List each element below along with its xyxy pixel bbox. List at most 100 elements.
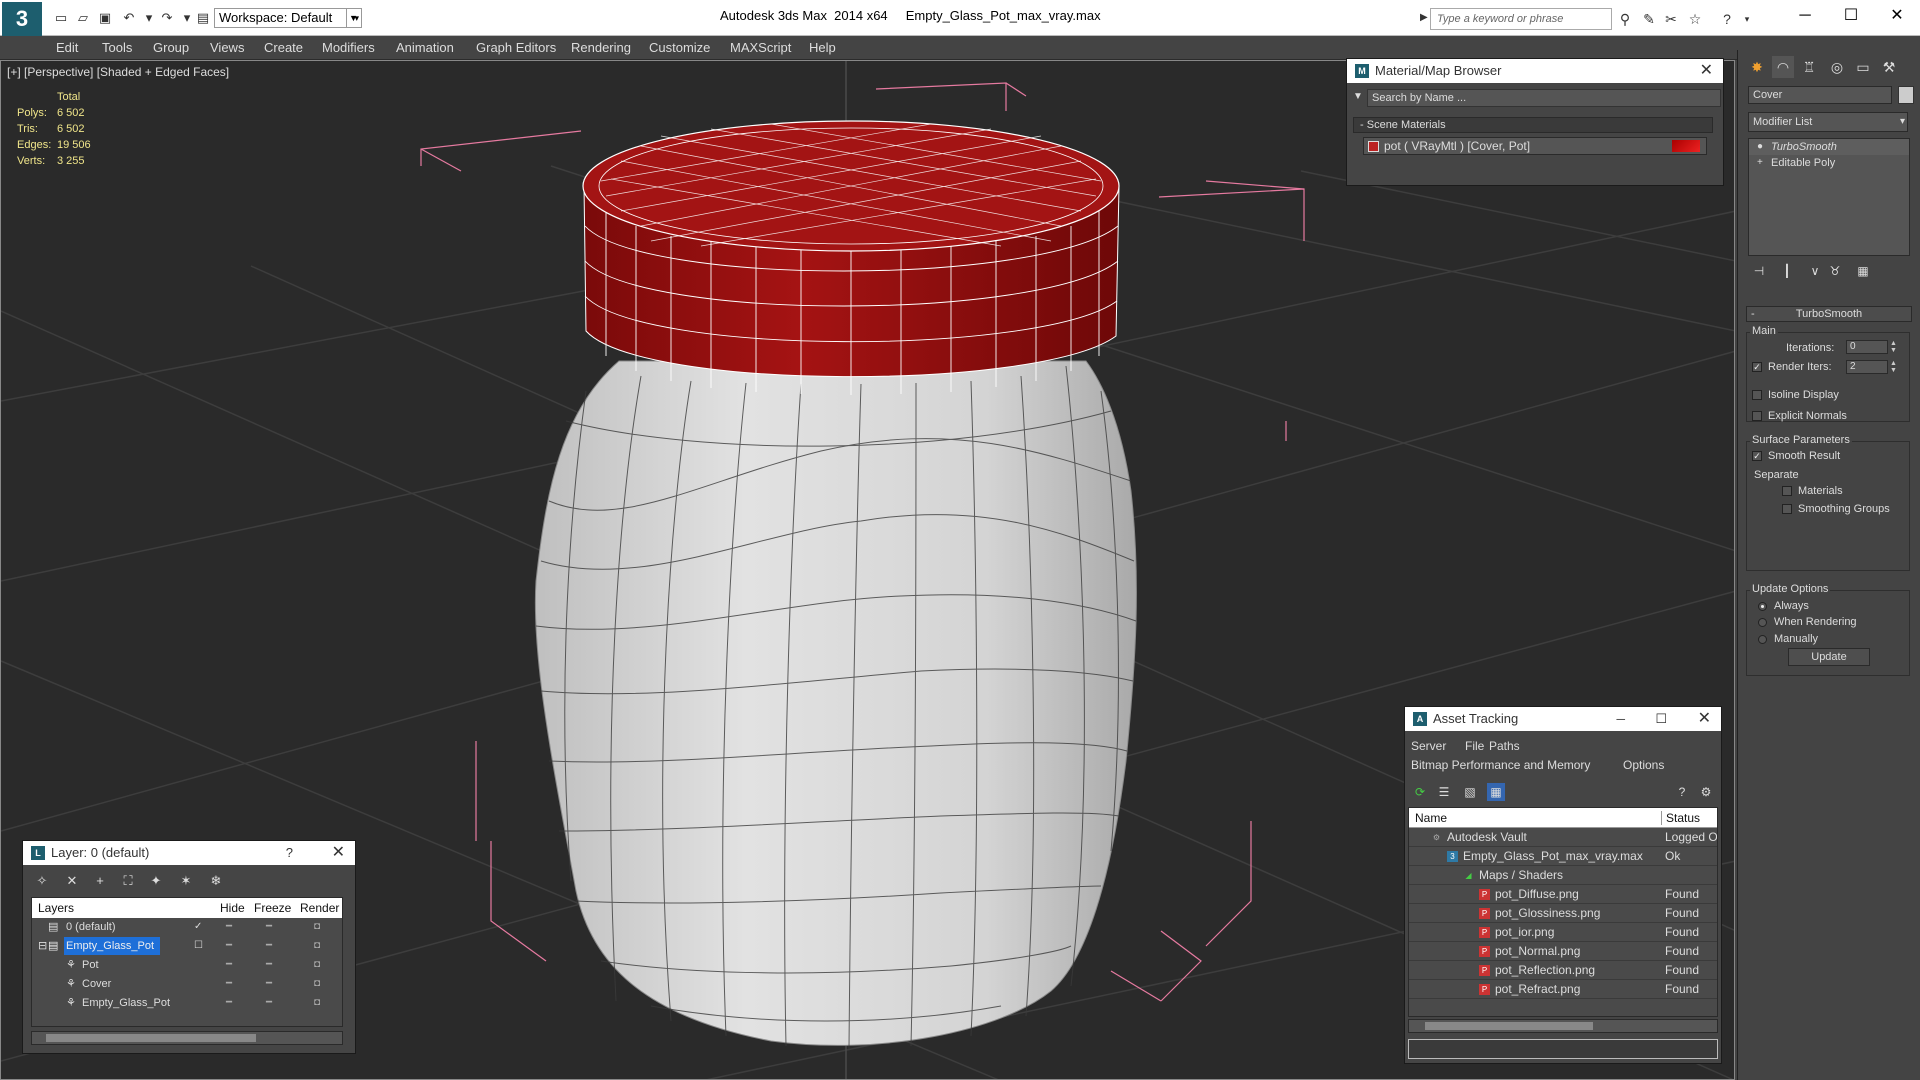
create-tab-icon[interactable]: ✸: [1746, 56, 1768, 78]
asset-tracking-title-bar[interactable]: A Asset Tracking ─ ☐ ✕: [1405, 707, 1721, 731]
help-icon[interactable]: ?: [1673, 783, 1691, 801]
minimize-icon[interactable]: ─: [1616, 707, 1625, 731]
scrollbar-thumb[interactable]: [1425, 1022, 1593, 1030]
render-teapot-icon[interactable]: ◘: [314, 956, 320, 974]
render-iters-spinner[interactable]: 2: [1846, 360, 1888, 374]
modify-tab-icon[interactable]: ◠: [1772, 56, 1794, 78]
pin-stack-icon[interactable]: ⊣: [1750, 262, 1768, 280]
make-unique-icon[interactable]: ∨: [1806, 262, 1824, 280]
smoothing-groups-checkbox[interactable]: [1782, 504, 1792, 514]
menu-animation[interactable]: Animation: [396, 40, 454, 55]
asset-row[interactable]: Ppot_Normal.png Found: [1409, 942, 1717, 961]
isoline-display-checkbox[interactable]: [1752, 390, 1762, 400]
table-view-icon[interactable]: ▦: [1487, 783, 1505, 801]
redo-icon[interactable]: ↷: [158, 9, 176, 27]
menu-maxscript[interactable]: MAXScript: [730, 40, 791, 55]
layers-table[interactable]: Layers Hide Freeze Render ▤ 0 (default) ✓ ━…: [31, 897, 343, 1027]
help-dropdown-icon[interactable]: ▾: [1736, 9, 1758, 29]
delete-layer-icon[interactable]: ✕: [61, 871, 83, 891]
refresh-icon[interactable]: ⟳: [1411, 783, 1429, 801]
material-browser-title-bar[interactable]: M Material/Map Browser ✕: [1347, 59, 1723, 83]
menu-graph-editors[interactable]: Graph Editors: [476, 40, 556, 55]
object-color-swatch[interactable]: [1898, 86, 1914, 104]
object-row-empty-glass-pot[interactable]: ⚘ Empty_Glass_Pot ━ ━ ◘: [32, 994, 342, 1013]
menu-rendering[interactable]: Rendering: [571, 40, 631, 55]
close-icon[interactable]: ✕: [332, 841, 345, 865]
open-file-icon[interactable]: ▱: [74, 9, 92, 27]
menu-views[interactable]: Views: [210, 40, 244, 55]
asset-row[interactable]: 3 Empty_Glass_Pot_max_vray.max Ok: [1409, 847, 1717, 866]
menu-customize[interactable]: Customize: [649, 40, 710, 55]
asset-horizontal-scrollbar[interactable]: [1408, 1019, 1718, 1033]
hide-toggle[interactable]: ━: [226, 975, 232, 993]
object-name-field[interactable]: Cover: [1748, 86, 1892, 104]
set-current-box-icon[interactable]: ☐: [194, 937, 203, 955]
asset-path-field[interactable]: [1408, 1039, 1718, 1059]
explicit-normals-checkbox[interactable]: [1752, 411, 1762, 421]
asset-row[interactable]: ⚙Autodesk VaultLogged Out: [1409, 828, 1717, 847]
freeze-all-icon[interactable]: ❄: [205, 871, 227, 891]
at-menu-file[interactable]: File: [1465, 739, 1484, 753]
new-file-icon[interactable]: ▭: [52, 9, 70, 27]
maximize-icon[interactable]: ☐: [1655, 707, 1667, 731]
asset-row[interactable]: Ppot_Reflection.png Found: [1409, 961, 1717, 980]
asset-row[interactable]: Ppot_Diffuse.png Found: [1409, 885, 1717, 904]
workspace-dropdown[interactable]: Workspace: Default ▾: [214, 8, 362, 28]
modifier-stack[interactable]: ● TurboSmooth + Editable Poly: [1748, 138, 1910, 256]
help-icon[interactable]: ?: [286, 841, 293, 865]
stack-item-editable-poly[interactable]: + Editable Poly: [1749, 155, 1909, 171]
render-teapot-icon[interactable]: ◘: [314, 937, 320, 955]
hide-toggle[interactable]: ━: [226, 918, 232, 936]
asset-row[interactable]: ◢ Maps / Shaders: [1409, 866, 1717, 885]
lightbulb-icon[interactable]: ●: [1757, 139, 1763, 155]
menu-edit[interactable]: Edit: [56, 40, 78, 55]
freeze-toggle[interactable]: ━: [266, 956, 272, 974]
undo-icon[interactable]: ↶: [120, 9, 138, 27]
close-icon[interactable]: ✕: [1698, 707, 1711, 731]
smooth-result-checkbox[interactable]: ✓: [1752, 451, 1762, 461]
expand-plus-icon[interactable]: +: [1757, 155, 1763, 171]
save-file-icon[interactable]: ▣: [96, 9, 114, 27]
at-menu-paths[interactable]: Paths: [1489, 739, 1520, 753]
spinner-arrows-icon[interactable]: ▲ ▼: [1890, 360, 1898, 374]
display-tab-icon[interactable]: ▭: [1852, 56, 1874, 78]
freeze-toggle[interactable]: ━: [266, 937, 272, 955]
hierarchy-tab-icon[interactable]: ♖: [1798, 56, 1820, 78]
freeze-toggle[interactable]: ━: [266, 975, 272, 993]
asset-table[interactable]: Name Status ⚙Autodesk VaultLogged Out 3E…: [1408, 807, 1718, 1017]
render-teapot-icon[interactable]: ◘: [314, 975, 320, 993]
app-logo-button[interactable]: 3: [2, 2, 42, 36]
material-item-pot[interactable]: pot ( VRayMtl ) [Cover, Pot]: [1363, 137, 1707, 155]
viewport-label[interactable]: [+] [Perspective] [Shaded + Edged Faces]: [7, 65, 229, 79]
render-teapot-icon[interactable]: ◘: [314, 918, 320, 936]
stack-item-turbosmooth[interactable]: ● TurboSmooth: [1749, 139, 1909, 155]
thumbnail-view-icon[interactable]: ▧: [1461, 783, 1479, 801]
scrollbar-thumb[interactable]: [46, 1034, 256, 1042]
at-menu-options[interactable]: Options: [1623, 758, 1664, 772]
layer-manager-title-bar[interactable]: L Layer: 0 (default) ? ✕: [23, 841, 355, 865]
update-when-rendering-radio[interactable]: [1758, 618, 1767, 627]
column-header-freeze[interactable]: Freeze: [254, 901, 291, 915]
menu-help[interactable]: Help: [809, 40, 836, 55]
subscription-icon[interactable]: ✎: [1638, 9, 1660, 29]
minimize-button[interactable]: ─: [1782, 4, 1828, 28]
layers-horizontal-scrollbar[interactable]: [31, 1031, 343, 1045]
hide-toggle[interactable]: ━: [226, 956, 232, 974]
update-always-radio[interactable]: [1758, 602, 1767, 611]
menu-create[interactable]: Create: [264, 40, 303, 55]
project-folder-icon[interactable]: ▤: [194, 9, 212, 27]
update-manually-radio[interactable]: [1758, 635, 1767, 644]
freeze-toggle[interactable]: ━: [266, 994, 272, 1012]
material-search-input[interactable]: Search by Name ...: [1367, 89, 1721, 107]
favorites-star-icon[interactable]: ☆: [1684, 9, 1706, 29]
separate-materials-checkbox[interactable]: [1782, 486, 1792, 496]
render-iters-checkbox[interactable]: ✓: [1752, 362, 1762, 372]
browser-options-icon[interactable]: ▼: [1353, 91, 1363, 102]
at-menu-bitmap-performance[interactable]: Bitmap Performance and Memory: [1411, 758, 1590, 772]
new-layer-icon[interactable]: ✧: [31, 871, 53, 891]
motion-tab-icon[interactable]: ◎: [1826, 56, 1848, 78]
remove-modifier-icon[interactable]: ♉: [1826, 262, 1844, 280]
scene-materials-group[interactable]: - Scene Materials: [1353, 117, 1713, 133]
asset-row[interactable]: Ppot_ior.png Found: [1409, 923, 1717, 942]
modifier-list-dropdown[interactable]: Modifier List ▾: [1748, 112, 1908, 132]
